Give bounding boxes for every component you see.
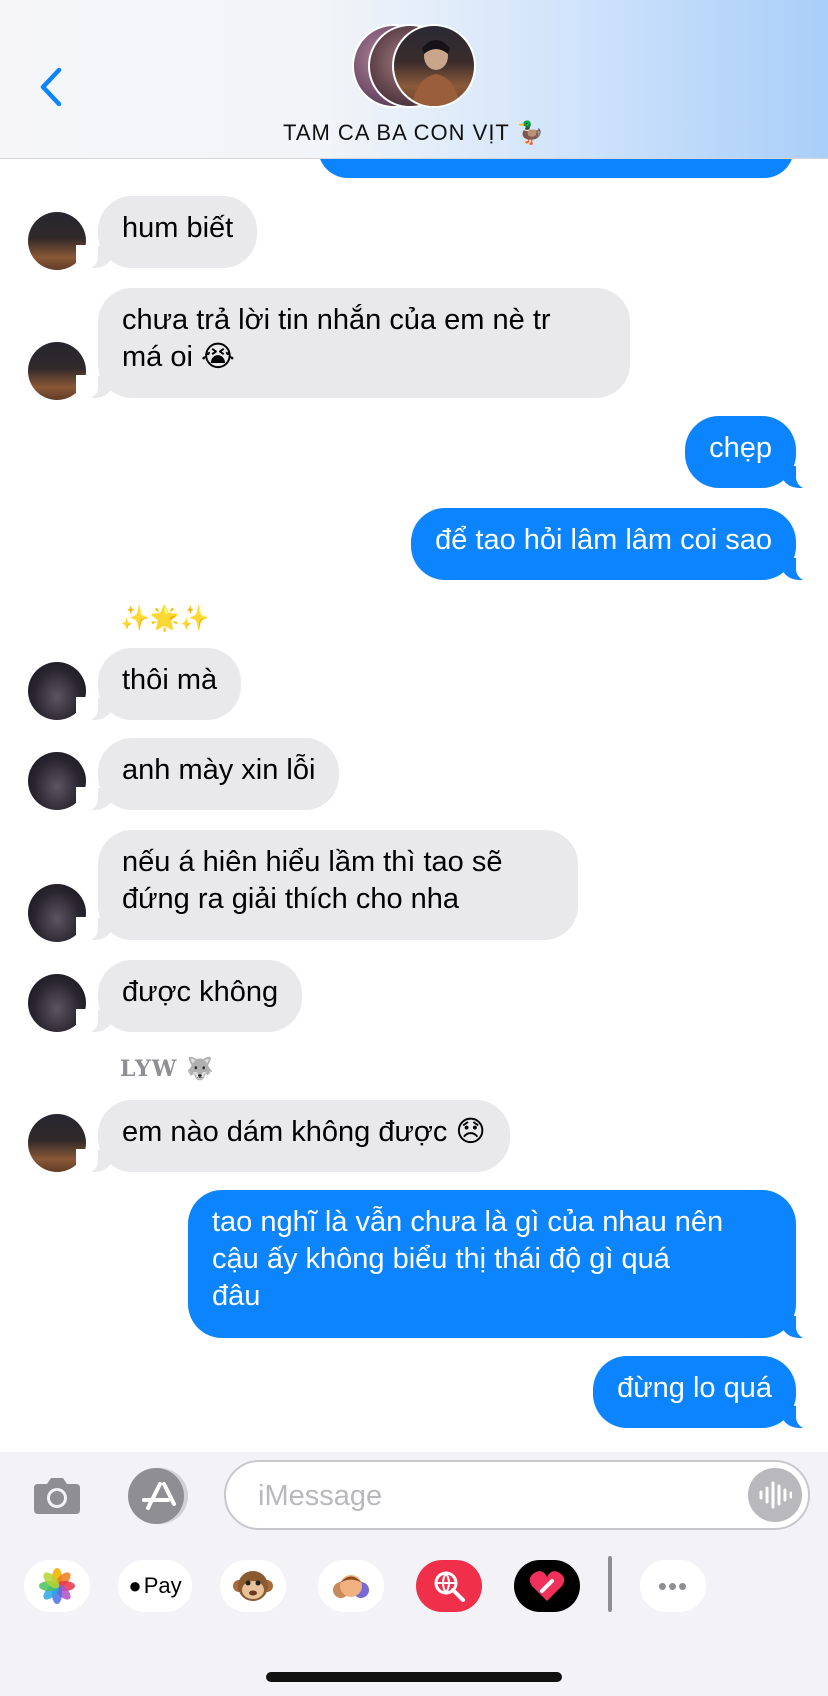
message-bubble-outgoing[interactable]: để tao hỏi lâm lâm coi sao (411, 508, 818, 581)
home-indicator[interactable] (266, 1672, 562, 1682)
digital-touch-app-button[interactable] (514, 1560, 580, 1612)
photos-icon (39, 1568, 75, 1604)
message-bubble-incoming[interactable]: thôi mà (75, 648, 242, 721)
message-input-field[interactable] (224, 1460, 810, 1530)
chevron-left-icon (40, 67, 62, 107)
message-bubble-incoming[interactable]: chưa trả lời tin nhắn của em nè tr má oi… (76, 288, 630, 399)
camera-button[interactable] (28, 1466, 86, 1524)
message-bubble-outgoing[interactable]: đừng lo quá (593, 1356, 818, 1429)
conversation-header: TAM CA BA CON VỊT 🦆 (0, 0, 828, 159)
memoji-icon (333, 1575, 369, 1598)
dictation-button[interactable] (748, 1468, 802, 1522)
message-bubble-incoming[interactable]: hum biết (75, 196, 258, 269)
compose-bar (0, 1452, 828, 1542)
message-bubble-incoming[interactable]: được không (75, 960, 303, 1033)
message-input[interactable] (256, 1476, 720, 1516)
waveform-icon (759, 1481, 792, 1509)
back-button[interactable] (30, 62, 70, 112)
group-member-avatar (392, 24, 476, 108)
app-store-button[interactable] (126, 1464, 190, 1528)
imessage-app-drawer: ● Pay ••• (0, 1542, 828, 1696)
portrait-icon (412, 40, 460, 106)
globe-search-icon (434, 1571, 465, 1602)
message-bubble-incoming[interactable]: anh mày xin lỗi (75, 738, 340, 811)
sender-name: LYW 🐺 (120, 1056, 215, 1082)
group-name[interactable]: TAM CA BA CON VỊT 🦆 (0, 120, 828, 146)
sender-name: ✨🌟✨ (120, 605, 210, 632)
monkey-icon (233, 1571, 273, 1601)
apple-pay-app-button[interactable]: ● Pay (118, 1560, 192, 1612)
heart-touch-icon (529, 1571, 565, 1601)
more-apps-button[interactable]: ••• (640, 1560, 706, 1612)
drawer-divider (608, 1556, 612, 1612)
apple-logo-icon: ● (128, 1573, 142, 1598)
message-bubble-incoming[interactable]: nếu á hiên hiểu lầm thì tao sẽ đứng ra g… (76, 830, 578, 941)
message-bubble-incoming[interactable]: em nào dám không được 😞 (76, 1100, 510, 1173)
message-bubble-outgoing[interactable]: tao nghĩ là vẫn chưa là gì của nhau nên … (188, 1190, 818, 1339)
image-search-app-button[interactable] (416, 1560, 482, 1612)
apple-pay-label: Pay (143, 1573, 182, 1598)
group-avatar-stack[interactable] (352, 24, 476, 108)
photos-app-button[interactable] (24, 1560, 90, 1612)
more-dots-icon: ••• (657, 1570, 689, 1601)
app-store-icon (128, 1468, 188, 1524)
memoji-stickers-app-button[interactable] (318, 1560, 384, 1612)
camera-icon (34, 1478, 80, 1514)
message-bubble-outgoing[interactable]: chẹp (685, 416, 818, 489)
animoji-app-button[interactable] (220, 1560, 286, 1612)
